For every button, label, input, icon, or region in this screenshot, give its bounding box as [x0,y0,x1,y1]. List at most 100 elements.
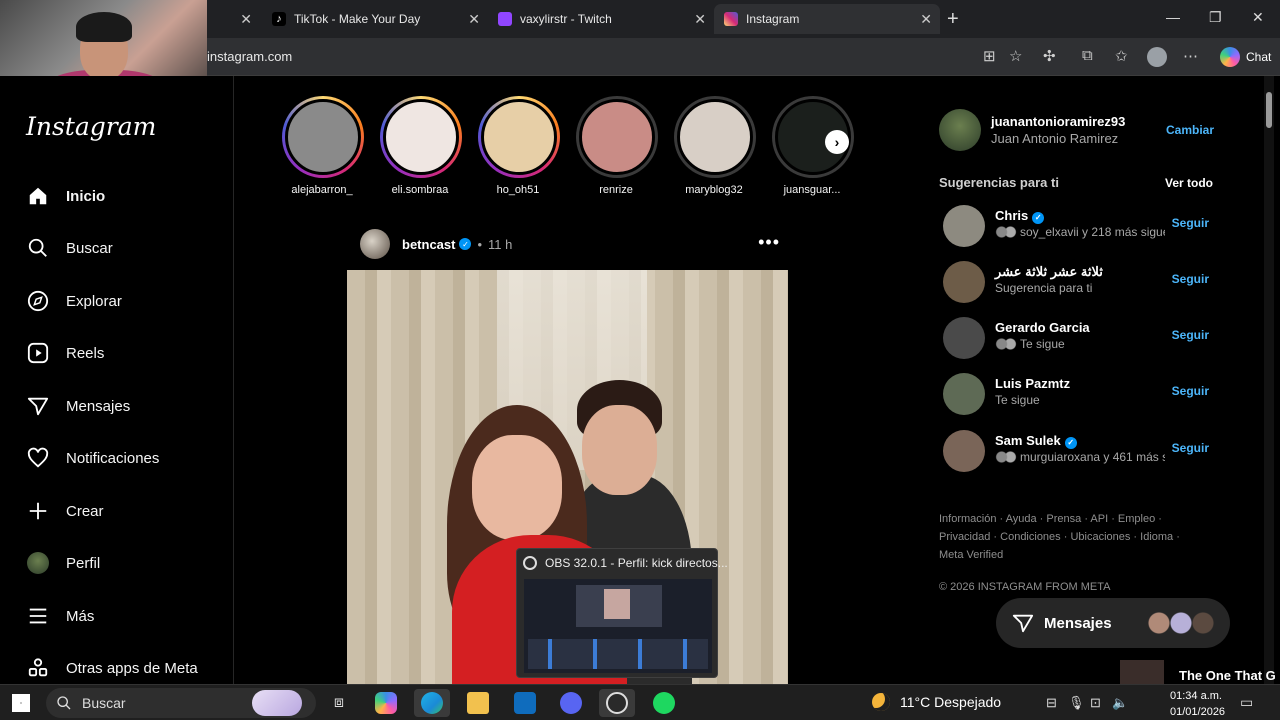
close-window-icon[interactable]: ✕ [1252,9,1264,26]
nav-label: Inicio [66,187,106,205]
nav-item-explorar[interactable]: Explorar [26,286,122,316]
suggestion-avatar[interactable] [943,261,985,303]
close-icon[interactable]: ✕ [694,11,706,28]
see-all-button[interactable]: Ver todo [1165,176,1213,190]
current-username[interactable]: juanantonioramirez93 [991,114,1125,129]
story-eli-sombraa[interactable]: eli.sombraa [380,96,462,196]
story-ho-oh51[interactable]: ho_oh51 [478,96,560,196]
notification-center-icon[interactable]: ▭ [1240,694,1253,711]
search-icon [26,236,50,260]
profile-avatar[interactable] [1147,47,1167,67]
nav-item-crear[interactable]: Crear [26,496,104,526]
suggestions-title: Sugerencias para ti [939,175,1059,190]
nav-item-notificaciones[interactable]: Notificaciones [26,443,159,473]
nav-item-mensajes[interactable]: Mensajes [26,391,130,421]
now-playing-title: The One That G [1179,668,1276,683]
story-username: juansguar... [783,184,841,196]
suggestion-name[interactable]: Chris ✓ [995,208,1045,224]
nav-item-reels[interactable]: Reels [26,338,104,368]
maximize-icon[interactable]: ❐ [1209,9,1222,26]
post-username[interactable]: betncast [402,237,455,252]
close-icon[interactable]: ✕ [240,11,252,28]
current-user-avatar[interactable] [939,109,981,151]
outlook-icon[interactable] [507,689,543,717]
url-field[interactable]: instagram.com [207,49,292,64]
new-tab-icon[interactable]: + [947,8,959,31]
weather-widget[interactable]: 11°C Despejado [872,693,1001,711]
clock-date: 01/01/2026 [1170,706,1226,718]
nav-item-perfil[interactable]: Perfil [26,548,100,578]
edge-browser-icon[interactable] [414,689,450,717]
plus-icon [26,499,50,523]
favorites-icon[interactable]: ✩ [1115,47,1128,65]
story-maryblog32[interactable]: maryblog32 [674,96,756,196]
post-image-figure [582,405,657,495]
file-explorer-icon[interactable] [460,689,496,717]
messages-pill-button[interactable]: Mensajes [996,598,1230,648]
copilot-chat-button[interactable]: Chat [1212,44,1279,70]
suggestion-name[interactable]: Gerardo Garcia [995,320,1090,335]
obs-title-text: OBS 32.0.1 - Perfil: kick directos... [545,556,728,570]
twitch-icon [498,12,512,26]
post-avatar[interactable] [360,229,390,259]
follow-button[interactable]: Seguir [1172,384,1209,398]
weather-text: 11°C Despejado [900,694,1002,710]
post-options-icon[interactable]: ••• [758,232,780,253]
spotify-icon[interactable] [646,689,682,717]
obs-app-icon[interactable] [599,689,635,717]
suggestion-name[interactable]: ثلاثة عشر ثلاثة عشر [995,264,1103,280]
copilot-app-icon[interactable] [368,689,404,717]
tab-partial[interactable]: ✕ [200,4,260,34]
chat-label: Chat [1246,50,1272,64]
nav-item-buscar[interactable]: Buscar [26,233,113,263]
suggestion-avatar[interactable] [943,373,985,415]
favorite-star-icon[interactable]: ☆ [1009,47,1022,65]
nav-item-inicio[interactable]: Inicio [26,181,105,211]
suggestion-name[interactable]: Luis Pazmtz [995,376,1070,391]
split-screen-icon[interactable]: ⧉ [1082,47,1093,64]
suggestion-item: Chris ✓ soy_elxavii y 218 más siguen Segu… [943,203,1213,247]
story-alejabarron[interactable]: alejabarron_ [282,96,364,196]
suggestion-name[interactable]: Sam Sulek ✓ [995,433,1077,449]
page-scrollbar[interactable] [1264,76,1274,684]
instagram-logo[interactable]: Instagram [26,112,156,141]
tab-tiktok[interactable]: ♪ TikTok - Make Your Day ✕ [262,4,488,34]
volume-icon[interactable]: 🔈 [1112,695,1128,711]
follow-button[interactable]: Seguir [1172,328,1209,342]
minimize-icon[interactable]: — [1166,9,1180,25]
tab-instagram[interactable]: Instagram ✕ [714,4,940,34]
suggestion-avatar[interactable] [943,205,985,247]
footer-links[interactable]: Información · Ayuda · Prensa · API · Emp… [939,510,1184,564]
obs-taskbar-preview[interactable]: OBS 32.0.1 - Perfil: kick directos... [516,548,728,678]
task-view-icon[interactable]: ⧈ [321,689,357,717]
story-renrize[interactable]: renrize [576,96,658,196]
windows-start-icon[interactable] [12,694,30,712]
close-icon[interactable]: ✕ [468,11,480,28]
nav-item-mas[interactable]: Más [26,601,94,631]
obs-thumb-mixer [528,639,708,669]
taskbar-search[interactable]: Buscar [46,688,316,718]
suggestion-avatar[interactable] [943,317,985,359]
nav-item-otras-apps[interactable]: Otras apps de Meta [26,653,198,683]
apps-grid-icon[interactable]: ⊞ [983,47,996,65]
follow-button[interactable]: Seguir [1172,272,1209,286]
follow-button[interactable]: Seguir [1172,441,1209,455]
taskbar-clock[interactable]: 01:34 a.m. 01/01/2026 [1170,688,1225,720]
scrollbar-thumb[interactable] [1266,92,1272,128]
network-icon[interactable]: ⊟ [1046,695,1057,711]
switch-account-button[interactable]: Cambiar [1166,123,1214,137]
tab-twitch[interactable]: vaxylirstr - Twitch ✕ [488,4,714,34]
send-icon [26,394,50,418]
discord-icon[interactable] [553,689,589,717]
follow-button[interactable]: Seguir [1172,216,1209,230]
stories-next-icon[interactable]: › [825,130,849,154]
close-icon[interactable]: ✕ [920,11,932,28]
instagram-icon [724,12,738,26]
wifi-icon[interactable]: ⊡ [1090,695,1101,711]
windows-taskbar: Buscar ⧈ 11°C Despejado ⊟ 🎙 ⊡ 🔈 01:34 a.… [0,684,1280,720]
more-menu-icon[interactable]: ⋯ [1183,47,1198,65]
suggestion-avatar[interactable] [943,430,985,472]
microphone-icon[interactable]: 🎙 [1068,695,1085,711]
extensions-icon[interactable]: ✣ [1043,47,1056,65]
nav-label: Mensajes [66,397,131,415]
